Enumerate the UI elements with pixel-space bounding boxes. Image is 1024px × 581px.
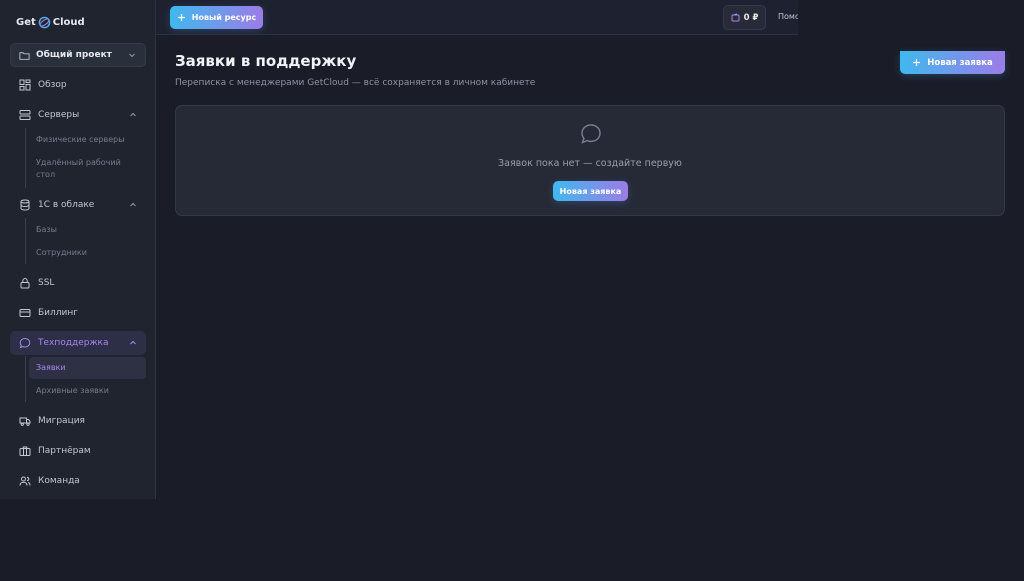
nav-sub-remote-desktop[interactable]: Удалённый рабочий	[36, 157, 121, 169]
new-resource-label: Новый ресурс	[191, 13, 257, 22]
logo-text-cloud: Cloud	[52, 17, 85, 28]
nav-sub-archived-tickets[interactable]: Архивные заявки	[36, 385, 109, 397]
page-subtitle: Переписка с менеджерами GetCloud — всё с…	[175, 78, 536, 88]
nav-item-overview[interactable]: Обзор	[10, 73, 146, 97]
empty-state-new-ticket-button[interactable]: Новая заявка	[553, 181, 628, 201]
nav-sub-remote-desktop-line2[interactable]: стол	[36, 169, 55, 181]
balance-value: 0 ₽	[743, 12, 759, 23]
help-link[interactable]: Помо	[778, 12, 798, 21]
nav-label-support: Техподдержка	[38, 338, 109, 348]
chat-bubble-icon	[19, 337, 31, 349]
nav-item-servers[interactable]: Серверы	[10, 103, 146, 127]
submenu-line	[25, 128, 26, 188]
nav-label-ssl: SSL	[38, 278, 55, 288]
logo[interactable]: Get Cloud	[16, 16, 85, 29]
logo-text-get: Get	[16, 17, 36, 28]
logo-icon	[38, 16, 51, 29]
chevron-up-icon	[130, 112, 136, 117]
nav-item-team[interactable]: Команда	[10, 469, 146, 493]
page-footer-area	[0, 499, 1024, 581]
empty-state-button-label: Новая заявка	[559, 186, 622, 196]
nav-item-migration[interactable]: Миграция	[10, 409, 146, 433]
nav-sub-databases[interactable]: Базы	[36, 224, 57, 236]
new-ticket-label: Новая заявка	[927, 57, 993, 68]
submenu-line	[25, 218, 26, 264]
chevron-up-icon	[130, 340, 136, 345]
nav-sub-tickets[interactable]: Заявки	[29, 357, 146, 379]
page-title: Заявки в поддержку	[175, 52, 357, 70]
nav-item-1c-cloud[interactable]: 1С в облаке	[10, 193, 146, 217]
nav-label-partners: Партнёрам	[38, 446, 91, 456]
chevron-down-icon	[129, 53, 135, 58]
nav-sub-employees[interactable]: Сотрудники	[36, 247, 87, 259]
nav-label-migration: Миграция	[38, 416, 85, 426]
project-name: Общий проект	[36, 50, 112, 60]
wallet-icon	[731, 13, 740, 22]
lock-icon	[20, 277, 30, 289]
nav-item-billing[interactable]: Биллинг	[10, 301, 146, 325]
nav-item-support[interactable]: Техподдержка	[10, 331, 146, 355]
folder-icon	[19, 51, 30, 60]
dashboard-icon	[19, 79, 31, 91]
new-resource-button[interactable]: Новый ресурс	[170, 6, 263, 29]
database-icon	[20, 199, 30, 211]
empty-state-card: Заявок пока нет — создайте первую Новая …	[175, 105, 1005, 216]
balance-widget[interactable]: 0 ₽	[723, 5, 766, 30]
plus-icon	[177, 14, 185, 21]
nav-label-servers: Серверы	[38, 110, 80, 120]
chevron-up-icon	[130, 202, 136, 207]
briefcase-icon	[19, 446, 31, 456]
sidebar: Get Cloud Общий проект Обзор Серверы Физ…	[0, 0, 156, 499]
server-icon	[19, 110, 31, 120]
truck-icon	[19, 417, 31, 426]
submenu-line	[25, 356, 26, 402]
new-ticket-button[interactable]: Новая заявка	[900, 51, 1005, 74]
project-selector[interactable]: Общий проект	[10, 43, 146, 67]
nav-item-partners[interactable]: Партнёрам	[10, 439, 146, 463]
plus-icon	[913, 59, 921, 66]
nav-label-1c-cloud: 1С в облаке	[38, 200, 95, 210]
nav-label-billing: Биллинг	[38, 308, 78, 318]
credit-card-icon	[19, 309, 31, 317]
nav-item-ssl[interactable]: SSL	[10, 271, 146, 295]
nav-label-overview: Обзор	[38, 80, 67, 90]
nav-sub-physical-servers[interactable]: Физические серверы	[36, 134, 125, 146]
nav-label-team: Команда	[38, 476, 80, 486]
empty-state-message: Заявок пока нет — создайте первую	[498, 158, 682, 169]
chat-bubble-icon	[581, 124, 601, 144]
users-icon	[19, 476, 31, 486]
topbar: Новый ресурс 0 ₽ Помо	[156, 0, 798, 35]
